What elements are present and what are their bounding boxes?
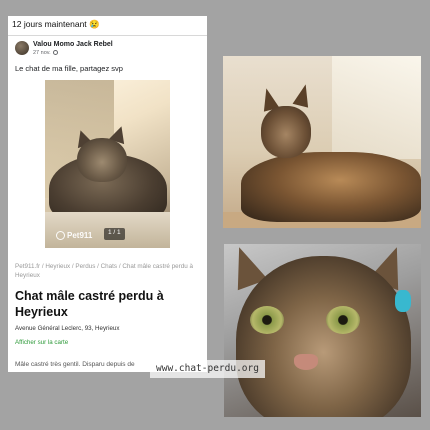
cat-head	[261, 106, 311, 158]
post-author[interactable]: Valou Momo Jack Rebel	[33, 41, 113, 48]
post-text: Le chat de ma fille, partagez svp	[15, 64, 123, 73]
post-banner: 12 jours maintenant 😢	[12, 19, 100, 29]
photo-counter: 1 / 1	[104, 228, 125, 240]
cat-eye-left	[250, 306, 284, 334]
pet911-logo: Pet911	[56, 231, 93, 241]
show-on-map-link[interactable]: Afficher sur la carte	[15, 339, 68, 346]
cat-face	[236, 256, 411, 417]
pet911-logo-icon	[56, 231, 65, 241]
post-date-text: 27 nov.	[33, 50, 51, 56]
cat-eye-right	[326, 306, 360, 334]
watermark: www.chat-perdu.org	[150, 360, 265, 378]
facebook-screenshot: 12 jours maintenant 😢 Valou Momo Jack Re…	[8, 16, 207, 372]
cat-photo-closeup	[224, 244, 421, 417]
pet911-logo-text: Pet911	[67, 231, 93, 240]
pet911-listing: Pet911 1 / 1	[8, 78, 207, 264]
breadcrumb[interactable]: Pet911.fr / Heyrieux / Perdus / Chats / …	[15, 262, 203, 280]
listing-description: Mâle castré très gentil. Disparu depuis …	[15, 361, 135, 368]
avatar[interactable]	[15, 41, 29, 55]
listing-title: Chat mâle castré perdu à Heyrieux	[15, 289, 164, 319]
cat-body	[241, 152, 421, 222]
facebook-post-header: Valou Momo Jack Rebel 27 nov. Le chat de…	[8, 35, 207, 78]
blue-toy	[395, 290, 411, 312]
post-date: 27 nov.	[33, 50, 58, 56]
listing-cat-photo[interactable]	[45, 80, 170, 248]
cat-nose	[294, 354, 318, 370]
window-light	[331, 56, 421, 160]
cat-head	[77, 138, 127, 182]
globe-icon	[52, 50, 58, 56]
listing-address: Avenue Général Leclerc, 93, Heyrieux	[15, 325, 120, 332]
cat-photo-lying	[223, 56, 421, 228]
cat-ear-right	[292, 82, 314, 108]
